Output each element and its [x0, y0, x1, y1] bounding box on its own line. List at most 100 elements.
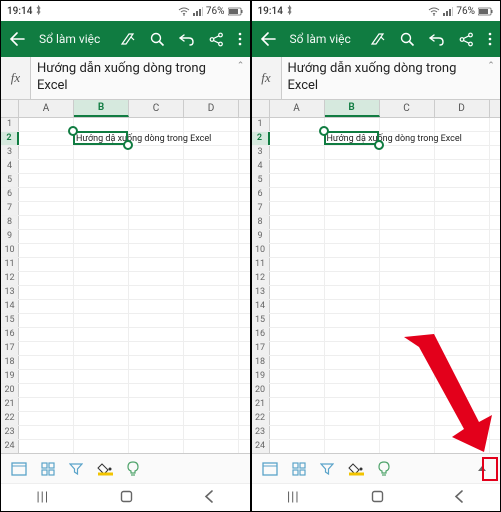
cell[interactable] [74, 300, 129, 313]
cell[interactable] [435, 356, 490, 369]
cell[interactable] [435, 146, 490, 159]
cell[interactable] [270, 286, 325, 299]
cell[interactable] [129, 230, 184, 243]
selection-handle[interactable] [68, 126, 78, 136]
cell[interactable] [184, 286, 239, 299]
cell[interactable] [435, 286, 490, 299]
filter-button[interactable] [320, 462, 334, 476]
sheets-button[interactable] [11, 462, 27, 476]
cell[interactable] [325, 370, 380, 383]
cell[interactable] [325, 272, 380, 285]
format-button[interactable] [370, 31, 386, 47]
cell[interactable] [435, 244, 490, 257]
share-button[interactable] [209, 32, 224, 47]
cell[interactable] [380, 160, 435, 173]
row-header[interactable]: 22 [252, 412, 270, 425]
cell[interactable] [325, 244, 380, 257]
cell[interactable] [74, 342, 129, 355]
cell[interactable] [380, 328, 435, 341]
cell[interactable] [19, 230, 74, 243]
cell[interactable] [129, 412, 184, 425]
cell[interactable] [325, 356, 380, 369]
cell[interactable] [184, 160, 239, 173]
sheets-button[interactable] [262, 462, 278, 476]
row-header[interactable]: 4 [1, 160, 19, 173]
cell[interactable] [74, 202, 129, 215]
cell[interactable] [19, 286, 74, 299]
row-header[interactable]: 17 [252, 342, 270, 355]
cell[interactable] [380, 440, 435, 453]
row-header[interactable]: 11 [1, 258, 19, 271]
cell[interactable] [184, 300, 239, 313]
cell[interactable] [435, 440, 490, 453]
cell[interactable] [19, 356, 74, 369]
cell[interactable] [19, 412, 74, 425]
column-header[interactable]: C [380, 100, 435, 117]
cell[interactable] [184, 174, 239, 187]
cell[interactable] [270, 118, 325, 131]
cell[interactable] [19, 118, 74, 131]
row-header[interactable]: 16 [252, 328, 270, 341]
cell[interactable] [129, 202, 184, 215]
cell[interactable] [435, 216, 490, 229]
cell[interactable] [435, 300, 490, 313]
formula-input[interactable]: Hướng dẫn xuống dòng trong Excel [282, 57, 483, 99]
row-header[interactable]: 21 [1, 398, 19, 411]
cell[interactable] [325, 412, 380, 425]
cell[interactable] [129, 272, 184, 285]
row-header[interactable]: 9 [1, 230, 19, 243]
cell[interactable] [270, 230, 325, 243]
format-button[interactable] [120, 31, 136, 47]
cell[interactable] [435, 258, 490, 271]
back-button[interactable] [260, 32, 276, 46]
cell[interactable] [184, 398, 239, 411]
cell[interactable] [184, 440, 239, 453]
row-header[interactable]: 11 [252, 258, 270, 271]
cell[interactable] [19, 342, 74, 355]
cell[interactable] [184, 384, 239, 397]
row-header[interactable]: 10 [1, 244, 19, 257]
nav-home[interactable] [371, 488, 384, 507]
column-header[interactable]: A [270, 100, 325, 117]
cell[interactable] [184, 412, 239, 425]
row-header[interactable]: 18 [252, 356, 270, 369]
row-header[interactable]: 1 [1, 118, 19, 131]
expand-toolbar-button[interactable] [474, 460, 490, 477]
cell[interactable] [184, 356, 239, 369]
cell[interactable] [435, 412, 490, 425]
cell[interactable] [435, 342, 490, 355]
cell[interactable] [270, 440, 325, 453]
cell[interactable] [435, 314, 490, 327]
row-header[interactable]: 10 [252, 244, 270, 257]
cell[interactable] [380, 258, 435, 271]
row-header[interactable]: 23 [252, 426, 270, 439]
cell[interactable] [270, 174, 325, 187]
cell[interactable] [325, 342, 380, 355]
row-header[interactable]: 15 [1, 314, 19, 327]
cell[interactable] [129, 188, 184, 201]
search-button[interactable] [400, 32, 415, 47]
cell[interactable] [129, 160, 184, 173]
row-header[interactable]: 13 [252, 286, 270, 299]
cell[interactable] [74, 188, 129, 201]
cell[interactable] [325, 398, 380, 411]
cell[interactable] [74, 286, 129, 299]
cell[interactable] [184, 202, 239, 215]
cell[interactable] [19, 160, 74, 173]
view-button[interactable] [41, 462, 55, 476]
cell[interactable] [19, 398, 74, 411]
row-header[interactable]: 1 [252, 118, 270, 131]
cell[interactable] [129, 174, 184, 187]
cell[interactable] [184, 118, 239, 131]
cell[interactable]: Hướng dậ xuống dòng trong Excel [325, 132, 380, 145]
cell[interactable] [129, 286, 184, 299]
row-header[interactable]: 5 [252, 174, 270, 187]
cell[interactable]: Hướng dậ xuống dòng trong Excel [74, 132, 129, 145]
cell[interactable] [129, 426, 184, 439]
cell[interactable] [380, 230, 435, 243]
cell[interactable] [270, 342, 325, 355]
cell[interactable] [19, 188, 74, 201]
cell[interactable] [380, 412, 435, 425]
formula-bar[interactable]: fx Hướng dẫn xuống dòng trong Excel ⌃ [252, 57, 501, 100]
cell[interactable] [380, 174, 435, 187]
